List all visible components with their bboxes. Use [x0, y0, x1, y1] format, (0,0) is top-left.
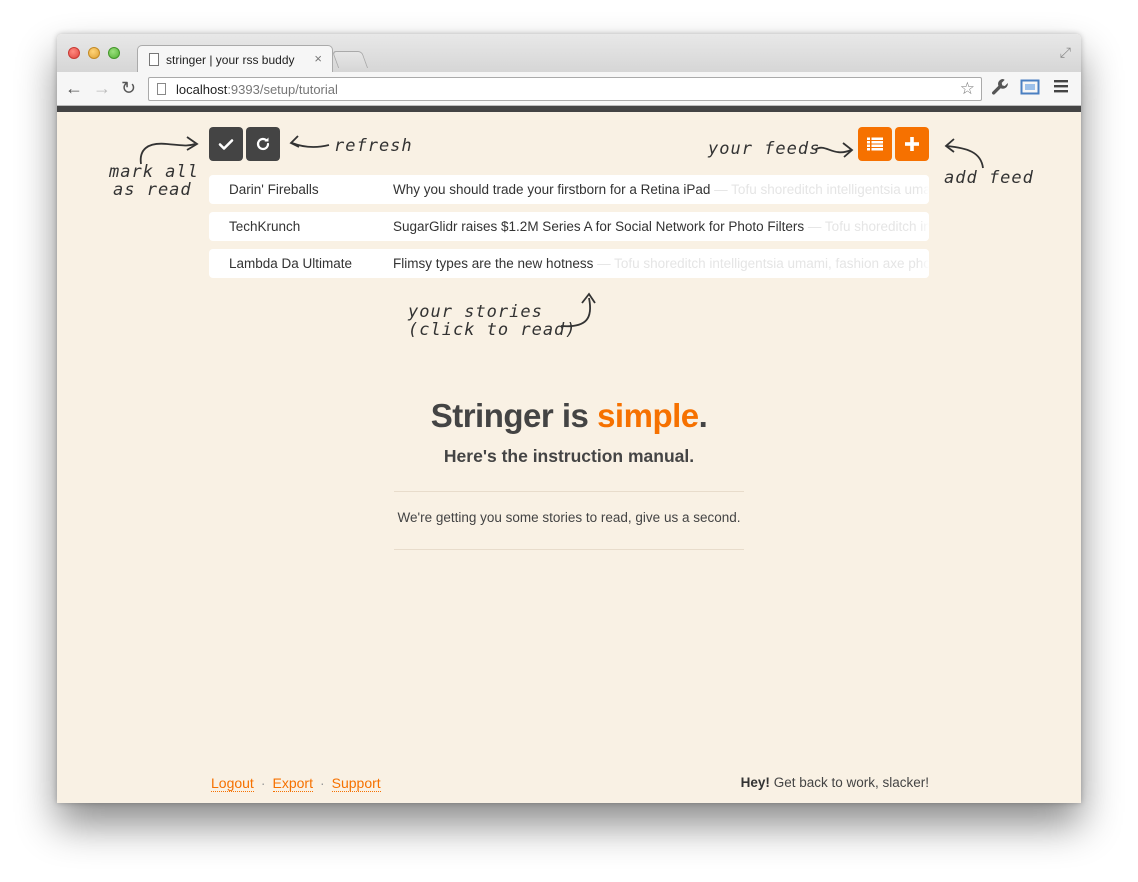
stories-line2: (click to read) [408, 320, 577, 340]
page-subtitle: Here's the instruction manual. [443, 446, 695, 466]
story-row[interactable]: Darin' Fireballs Why you should trade yo… [209, 175, 929, 204]
story-excerpt: — Tofu shoreditch intelligentsia umami, … [714, 182, 929, 197]
title-bar: stringer | your rss buddy × ⤢ [57, 34, 1081, 73]
list-icon [867, 137, 883, 151]
fullscreen-icon[interactable]: ⤢ [1060, 44, 1071, 61]
new-tab-button[interactable] [331, 51, 369, 68]
mark-all-arrow [139, 136, 199, 165]
url-text[interactable]: localhost:9393/setup/tutorial [176, 82, 338, 97]
close-window-button[interactable] [68, 47, 80, 59]
your-feeds-arrow [814, 142, 854, 158]
url-path: :9393/setup/tutorial [227, 82, 338, 97]
story-list: Darin' Fireballs Why you should trade yo… [209, 175, 929, 286]
story-title: Why you should trade your firstborn for … [393, 182, 711, 197]
stories-line1: your stories [408, 302, 543, 322]
page-icon [157, 83, 166, 95]
forward-icon[interactable]: → [93, 78, 111, 98]
browser-toolbar: ← → ↻ localhost:9393/setup/tutorial ☆ [57, 72, 1081, 106]
title-prefix: Stringer is [430, 397, 598, 434]
browser-tab[interactable]: stringer | your rss buddy × [137, 45, 333, 73]
browser-window: stringer | your rss buddy × ⤢ ← → ↻ loca… [57, 34, 1081, 803]
mark-all-annotation: mark all as read [109, 163, 199, 199]
export-link[interactable]: Export [272, 775, 313, 792]
row-fade [919, 212, 929, 241]
footer-slacker: Get back to work, slacker! [769, 775, 929, 790]
add-feed-annotation: add feed [944, 168, 1034, 188]
footer-separator: · [319, 775, 325, 791]
stories-annotation: your stories (click to read) [408, 303, 577, 339]
story-excerpt: — Tofu shoreditch intelligentsia umami, … [597, 256, 929, 271]
story-feed-name: Darin' Fireballs [229, 182, 319, 197]
divider-bottom [394, 549, 744, 550]
menu-icon[interactable] [1054, 78, 1068, 99]
refresh-arrow [289, 135, 330, 148]
reload-icon[interactable]: ↻ [121, 78, 136, 98]
footer-hey: Hey! [740, 775, 770, 790]
story-feed-name: TechKrunch [229, 219, 301, 234]
story-row[interactable]: Lambda Da Ultimate Flimsy types are the … [209, 249, 929, 278]
story-headline: Flimsy types are the new hotness — Tofu … [393, 256, 929, 271]
story-headline: Why you should trade your firstborn for … [393, 182, 929, 197]
support-link[interactable]: Support [331, 775, 381, 792]
your-feeds-button[interactable] [858, 127, 892, 161]
title-accent: simple [597, 397, 699, 434]
stories-arrow [560, 292, 596, 328]
story-title: Flimsy types are the new hotness [393, 256, 594, 271]
tab-title: stringer | your rss buddy [166, 53, 295, 67]
cast-icon[interactable] [1020, 78, 1040, 101]
star-icon[interactable]: ☆ [960, 79, 975, 99]
story-row[interactable]: TechKrunch SugarGlidr raises $1.2M Serie… [209, 212, 929, 241]
title-suffix: . [698, 397, 708, 434]
refresh-icon [256, 137, 270, 151]
waiting-message: We're getting you some stories to read, … [397, 510, 741, 525]
address-bar[interactable]: localhost:9393/setup/tutorial ☆ [148, 77, 982, 101]
footer-separator: · [260, 775, 266, 791]
app-content: mark all as read refresh your feeds add … [57, 112, 1081, 803]
divider-top [394, 491, 744, 492]
page-title: Stringer is simple. [394, 397, 744, 435]
mark-all-line2: as read [113, 180, 192, 200]
mark-all-read-button[interactable] [209, 127, 243, 161]
wrench-icon[interactable] [991, 78, 1009, 101]
story-title: SugarGlidr raises $1.2M Series A for Soc… [393, 219, 805, 234]
minimize-window-button[interactable] [88, 47, 100, 59]
tab-close-icon[interactable]: × [314, 51, 322, 66]
footer-message: Hey! Get back to work, slacker! [741, 775, 929, 790]
back-icon[interactable]: ← [65, 78, 83, 98]
refresh-annotation: refresh [334, 136, 413, 156]
story-excerpt: — Tofu shoreditch intelligentsia umami, … [807, 219, 929, 234]
footer-links: Logout · Export · Support [211, 775, 381, 792]
url-host: localhost [176, 82, 228, 97]
row-fade [919, 249, 929, 278]
story-headline: SugarGlidr raises $1.2M Series A for Soc… [393, 219, 929, 234]
row-fade [919, 175, 929, 204]
zoom-window-button[interactable] [108, 47, 120, 59]
plus-icon [905, 137, 919, 151]
your-feeds-annotation: your feeds [708, 139, 821, 159]
logout-link[interactable]: Logout [211, 775, 254, 792]
check-icon [218, 139, 234, 150]
add-feed-button[interactable] [895, 127, 929, 161]
add-feed-arrow [944, 138, 984, 169]
page-icon [149, 53, 159, 66]
refresh-button[interactable] [246, 127, 280, 161]
story-feed-name: Lambda Da Ultimate [229, 256, 353, 271]
